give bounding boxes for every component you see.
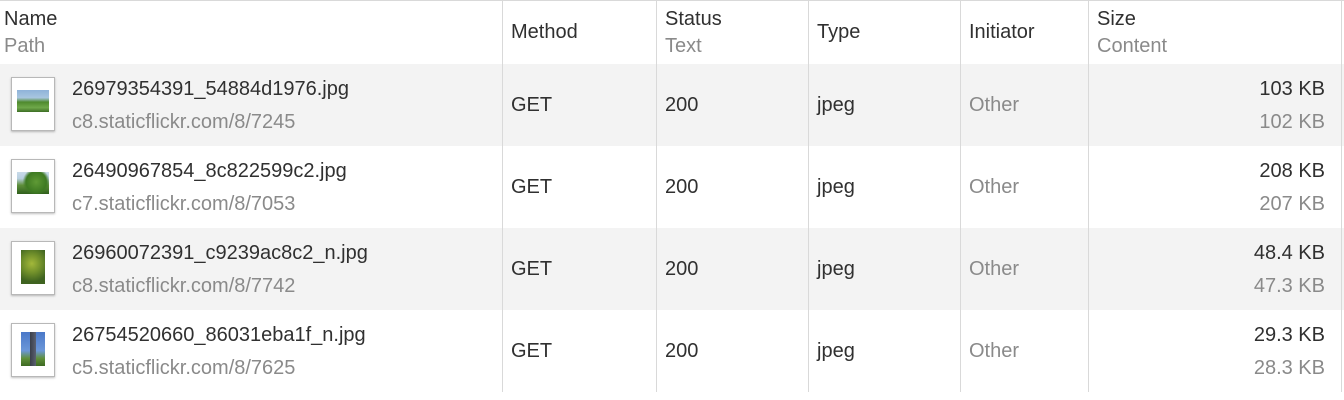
request-initiator: Other	[969, 94, 1020, 116]
table-header: Name Path Method Status Text Type Initia…	[0, 0, 1344, 64]
transfer-size: 48.4 KB	[1253, 242, 1325, 264]
request-file-name: 26979354391_54884d1976.jpg	[72, 78, 349, 100]
status-cell: 200	[657, 228, 809, 310]
type-cell: jpeg	[809, 228, 961, 310]
request-initiator: Other	[969, 176, 1020, 198]
column-header-method-label: Method	[511, 21, 578, 43]
column-header-initiator[interactable]: Initiator	[961, 1, 1089, 64]
landscape-photo-thumbnail-icon	[11, 159, 55, 213]
column-header-size-label: Size	[1097, 8, 1136, 30]
request-type: jpeg	[817, 176, 855, 198]
request-status: 200	[665, 340, 699, 362]
request-path: c7.staticflickr.com/8/7053	[72, 193, 296, 215]
request-initiator: Other	[969, 258, 1020, 280]
network-requests-table: Name Path Method Status Text Type Initia…	[0, 0, 1344, 400]
table-row[interactable]: 26754520660_86031eba1f_n.jpg c5.staticfl…	[0, 310, 1344, 392]
column-header-status[interactable]: Status Text	[657, 1, 809, 64]
request-type: jpeg	[817, 258, 855, 280]
initiator-cell: Other	[961, 146, 1089, 228]
size-cell: 48.4 KB 47.3 KB	[1089, 228, 1342, 310]
request-type: jpeg	[817, 94, 855, 116]
name-cell[interactable]: 26490967854_8c822599c2.jpg c7.staticflic…	[0, 146, 503, 228]
request-path: c5.staticflickr.com/8/7625	[72, 357, 296, 379]
request-method: GET	[511, 94, 553, 116]
request-initiator: Other	[969, 340, 1020, 362]
request-file-name: 26960072391_c9239ac8c2_n.jpg	[72, 242, 368, 264]
table-row[interactable]: 26960072391_c9239ac8c2_n.jpg c8.staticfl…	[0, 228, 1344, 310]
initiator-cell: Other	[961, 228, 1089, 310]
landscape-photo-thumbnail-icon	[11, 77, 55, 131]
table-row[interactable]: 26490967854_8c822599c2.jpg c7.staticflic…	[0, 146, 1344, 228]
transfer-size: 103 KB	[1259, 78, 1325, 100]
initiator-cell: Other	[961, 310, 1089, 392]
name-cell[interactable]: 26979354391_54884d1976.jpg c8.staticflic…	[0, 64, 503, 146]
size-cell: 29.3 KB 28.3 KB	[1089, 310, 1342, 392]
request-status: 200	[665, 176, 699, 198]
table-row[interactable]: 26979354391_54884d1976.jpg c8.staticflic…	[0, 64, 1344, 146]
method-cell: GET	[503, 228, 657, 310]
column-header-name[interactable]: Name Path	[0, 1, 503, 64]
size-cell: 208 KB 207 KB	[1089, 146, 1342, 228]
portrait-photo-thumbnail-icon	[11, 323, 55, 377]
status-cell: 200	[657, 146, 809, 228]
column-header-size[interactable]: Size Content	[1089, 1, 1342, 64]
content-size: 207 KB	[1259, 193, 1325, 215]
name-cell[interactable]: 26960072391_c9239ac8c2_n.jpg c8.staticfl…	[0, 228, 503, 310]
request-path: c8.staticflickr.com/8/7742	[72, 275, 296, 297]
content-size: 102 KB	[1259, 111, 1325, 133]
name-cell[interactable]: 26754520660_86031eba1f_n.jpg c5.staticfl…	[0, 310, 503, 392]
column-header-status-label: Status	[665, 8, 722, 30]
request-status: 200	[665, 94, 699, 116]
request-status: 200	[665, 258, 699, 280]
request-method: GET	[511, 258, 553, 280]
column-header-name-label: Name	[4, 8, 58, 30]
request-file-name: 26754520660_86031eba1f_n.jpg	[72, 324, 366, 346]
method-cell: GET	[503, 146, 657, 228]
request-file-name: 26490967854_8c822599c2.jpg	[72, 160, 347, 182]
column-header-type-label: Type	[817, 21, 861, 43]
column-header-initiator-label: Initiator	[969, 21, 1035, 43]
request-method: GET	[511, 340, 553, 362]
request-type: jpeg	[817, 340, 855, 362]
column-header-path-label: Path	[4, 35, 46, 57]
type-cell: jpeg	[809, 64, 961, 146]
type-cell: jpeg	[809, 146, 961, 228]
size-cell: 103 KB 102 KB	[1089, 64, 1342, 146]
status-cell: 200	[657, 64, 809, 146]
method-cell: GET	[503, 64, 657, 146]
portrait-photo-thumbnail-icon	[11, 241, 55, 295]
type-cell: jpeg	[809, 310, 961, 392]
column-header-text-label: Text	[665, 35, 702, 57]
content-size: 47.3 KB	[1253, 275, 1325, 297]
column-header-method[interactable]: Method	[503, 1, 657, 64]
request-path: c8.staticflickr.com/8/7245	[72, 111, 296, 133]
request-method: GET	[511, 176, 553, 198]
transfer-size: 208 KB	[1259, 160, 1325, 182]
transfer-size: 29.3 KB	[1253, 324, 1325, 346]
column-header-content-label: Content	[1097, 35, 1168, 57]
initiator-cell: Other	[961, 64, 1089, 146]
content-size: 28.3 KB	[1253, 357, 1325, 379]
method-cell: GET	[503, 310, 657, 392]
status-cell: 200	[657, 310, 809, 392]
column-header-type[interactable]: Type	[809, 1, 961, 64]
